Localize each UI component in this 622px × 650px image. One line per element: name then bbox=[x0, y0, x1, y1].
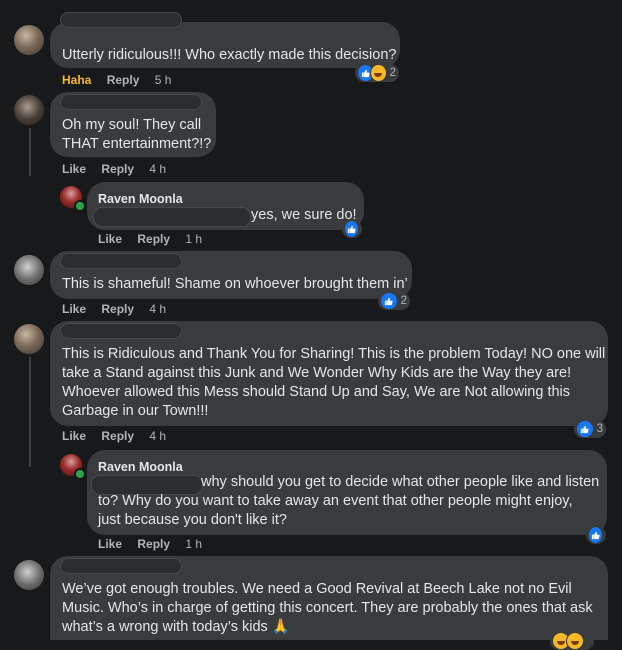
reaction-count: 2 bbox=[389, 67, 396, 79]
commenter-avatar[interactable] bbox=[14, 25, 44, 55]
like-icon bbox=[344, 220, 359, 238]
comment-bubble: We’ve got enough troubles. We need a Goo… bbox=[50, 556, 608, 640]
reply-bubble: Raven Moonla why should you get to decid… bbox=[87, 450, 607, 535]
like-icon bbox=[576, 420, 594, 438]
timestamp[interactable]: 1 h bbox=[185, 232, 202, 246]
like-icon bbox=[380, 292, 398, 310]
comment-text-line: This is Ridiculous and Thank You for Sha… bbox=[62, 346, 606, 362]
comment-actions: Like Reply 4 h bbox=[62, 429, 178, 443]
reply-button[interactable]: Reply bbox=[101, 302, 134, 316]
comment-actions: Like Reply 4 h bbox=[62, 162, 178, 176]
commenter-avatar[interactable] bbox=[14, 560, 44, 590]
redacted-name bbox=[60, 323, 182, 339]
reply-button[interactable]: Reply bbox=[101, 162, 134, 176]
redacted-name bbox=[60, 558, 182, 574]
timestamp[interactable]: 1 h bbox=[185, 537, 202, 551]
reply-button[interactable]: Reply bbox=[107, 73, 140, 87]
reaction-summary[interactable] bbox=[586, 526, 606, 544]
reaction-summary[interactable]: 2 bbox=[378, 292, 410, 310]
reaction-count: 2 bbox=[400, 295, 407, 307]
comment-actions: Like Reply 4 h bbox=[62, 302, 178, 316]
comment-bubble: Utterly ridiculous!!! Who exactly made t… bbox=[50, 12, 400, 68]
redacted-name bbox=[60, 94, 202, 110]
comment-text: This is shameful! Shame on whoever broug… bbox=[62, 276, 408, 292]
reaction-count: 3 bbox=[596, 423, 603, 435]
like-button[interactable]: Like bbox=[98, 232, 122, 246]
online-status-dot bbox=[74, 468, 86, 480]
reaction-button[interactable]: Haha bbox=[62, 73, 91, 87]
reply-text-line: just because you don't like it? bbox=[98, 512, 287, 528]
comment-bubble: Oh my soul! They call THAT entertainment… bbox=[50, 92, 216, 157]
comment-text-line: what’s a wrong with today’s kids 🙏 bbox=[62, 619, 290, 635]
comment-text-line: We’ve got enough troubles. We need a Goo… bbox=[62, 581, 572, 597]
like-icon bbox=[588, 526, 603, 544]
like-button[interactable]: Like bbox=[62, 302, 86, 316]
comment-text-line: Whoever allowed this Mess should Stand U… bbox=[62, 384, 571, 400]
comment-bubble: This is shameful! Shame on whoever broug… bbox=[50, 251, 412, 299]
haha-icon bbox=[369, 64, 387, 82]
reply-button[interactable]: Reply bbox=[101, 429, 134, 443]
comment-text-line: Oh my soul! They call bbox=[62, 117, 202, 133]
comment-text-line: take a Stand against this Junk and We Wo… bbox=[62, 365, 572, 381]
like-button[interactable]: Like bbox=[98, 537, 122, 551]
redacted-name bbox=[60, 253, 182, 269]
timestamp[interactable]: 4 h bbox=[149, 429, 166, 443]
comment-text-line: THAT entertainment?!? bbox=[62, 136, 212, 152]
reaction-summary[interactable] bbox=[342, 220, 362, 238]
redacted-mention bbox=[93, 207, 251, 227]
reply-button[interactable]: Reply bbox=[137, 537, 170, 551]
like-button[interactable]: Like bbox=[62, 429, 86, 443]
comment-text: Utterly ridiculous!!! Who exactly made t… bbox=[62, 47, 397, 63]
reply-actions: Like Reply 1 h bbox=[98, 232, 214, 246]
redacted-name bbox=[60, 12, 182, 28]
reply-text: yes, we sure do! bbox=[251, 207, 357, 223]
reaction-summary[interactable] bbox=[550, 632, 594, 650]
thread-line bbox=[29, 128, 31, 176]
timestamp[interactable]: 4 h bbox=[149, 302, 166, 316]
like-button[interactable]: Like bbox=[62, 162, 86, 176]
reply-actions: Like Reply 1 h bbox=[98, 537, 214, 551]
reaction-summary[interactable]: 2 bbox=[355, 64, 399, 82]
reply-text-line: to? Why do you want to take away an even… bbox=[98, 493, 573, 509]
haha-icon bbox=[566, 632, 584, 650]
thread-line bbox=[29, 357, 31, 467]
commenter-avatar[interactable] bbox=[14, 324, 44, 354]
online-status-dot bbox=[74, 200, 86, 212]
comment-actions: Haha Reply 5 h bbox=[62, 73, 183, 87]
timestamp[interactable]: 5 h bbox=[155, 73, 172, 87]
comment-bubble: This is Ridiculous and Thank You for Sha… bbox=[50, 321, 608, 426]
reaction-summary[interactable]: 3 bbox=[574, 420, 606, 438]
reply-text-line: why should you get to decide what other … bbox=[201, 474, 600, 490]
commenter-avatar[interactable] bbox=[14, 95, 44, 125]
commenter-avatar[interactable] bbox=[14, 255, 44, 285]
comment-text-line: Music. Who’s in charge of getting this c… bbox=[62, 600, 593, 616]
timestamp[interactable]: 4 h bbox=[149, 162, 166, 176]
reply-button[interactable]: Reply bbox=[137, 232, 170, 246]
reply-bubble: Raven Moonla yes, we sure do! bbox=[87, 182, 364, 230]
comment-text-line: Garbage in our Town!!! bbox=[62, 403, 209, 419]
